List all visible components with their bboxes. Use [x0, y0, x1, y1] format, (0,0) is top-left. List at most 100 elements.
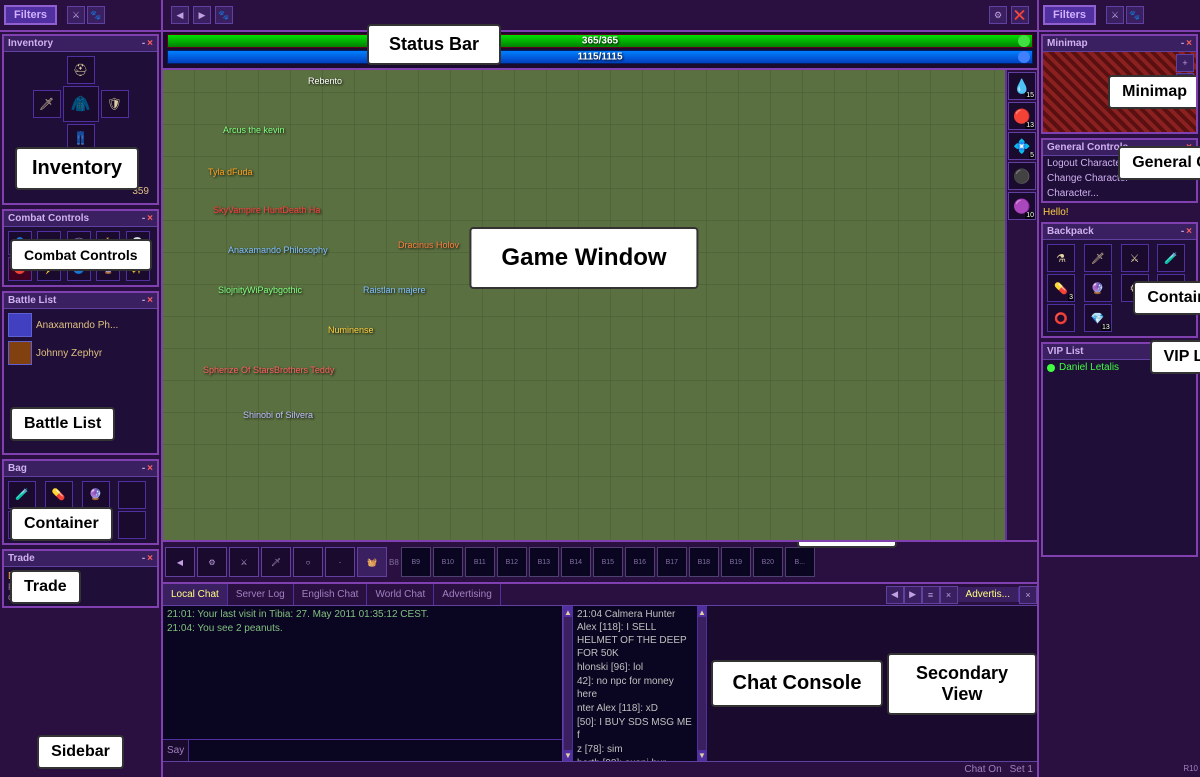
right-filter-icon-2[interactable]: 🐾 [1126, 6, 1144, 24]
action-slot-b16[interactable]: B16 [625, 547, 655, 577]
bag-slot-2[interactable]: 💊 [45, 481, 73, 509]
center-icon-5[interactable]: ❌ [1011, 6, 1029, 24]
combat-btn-5[interactable]: 💀 [126, 231, 150, 255]
inv-slot-body[interactable]: 🧥 [63, 86, 99, 122]
chat-tab-world[interactable]: World Chat [367, 584, 434, 605]
action-btn-bag[interactable]: 🧺 [357, 547, 387, 577]
chat-right-scroll-up[interactable]: ▲ [698, 607, 706, 617]
bag-slot-8[interactable] [118, 511, 146, 539]
chat-scroll-down[interactable]: ▼ [564, 750, 572, 760]
gc-item-logout[interactable]: Logout Character [1043, 156, 1196, 171]
minimap-close[interactable]: × [1186, 38, 1192, 49]
minimap-minimize[interactable]: - [1181, 38, 1184, 49]
battle-item-2[interactable]: Johnny Zephyr [6, 339, 155, 367]
chat-scroll-thumb[interactable] [564, 617, 572, 750]
action-btn-fwd[interactable]: ⚙ [197, 547, 227, 577]
inv-slot-legs[interactable]: 👖 [67, 124, 95, 152]
buff-slot-2[interactable]: 🔴 13 [1008, 102, 1036, 130]
bp-slot-5[interactable]: 💊 3 [1047, 274, 1075, 302]
chat-tab-next[interactable]: ▶ [904, 586, 922, 604]
bp-slot-10[interactable]: 💎 13 [1084, 304, 1112, 332]
gc-item-change[interactable]: Change Character [1043, 171, 1196, 186]
chat-right-scroll-down[interactable]: ▼ [698, 750, 706, 760]
bag-slot-3[interactable]: 🔮 [82, 481, 110, 509]
battle-item-1[interactable]: Anaxamando Ph... [6, 311, 155, 339]
bp-slot-6[interactable]: 🔮 [1084, 274, 1112, 302]
gc-item-char[interactable]: Character... [1043, 186, 1196, 201]
chat-tab-local[interactable]: Local Chat [163, 584, 228, 605]
gc-close[interactable]: × [1186, 142, 1192, 153]
combat-close[interactable]: × [147, 213, 153, 224]
inv-slot-head[interactable]: ⛑ [67, 56, 95, 84]
bag-slot-6[interactable] [45, 511, 73, 539]
chat-input[interactable] [189, 740, 562, 761]
buff-slot-1[interactable]: 💧 15 [1008, 72, 1036, 100]
inv-slot-right[interactable]: 🛡 [101, 90, 129, 118]
center-icon-3[interactable]: 🐾 [215, 6, 233, 24]
bp-slot-8[interactable]: 🛡 [1157, 274, 1185, 302]
buff-slot-3[interactable]: 💠 5 [1008, 132, 1036, 160]
center-icon-4[interactable]: ⚙ [989, 6, 1007, 24]
chat-left-scrollbar[interactable]: ▲ ▼ [563, 606, 573, 761]
inv-slot-feet[interactable]: 👟 [67, 154, 95, 182]
chat-tab-english[interactable]: English Chat [294, 584, 368, 605]
action-slot-b19[interactable]: B19 [721, 547, 751, 577]
action-btn-sword[interactable]: ⚔ [229, 547, 259, 577]
chat-tab-server[interactable]: Server Log [228, 584, 294, 605]
bag-slot-4[interactable] [118, 481, 146, 509]
bp-slot-1[interactable]: ⚗ [1047, 244, 1075, 272]
action-slot-b10[interactable]: B10 [433, 547, 463, 577]
chat-tab-advertising[interactable]: Advertising [434, 584, 500, 605]
filter-icon-2[interactable]: 🐾 [87, 6, 105, 24]
bp-slot-9[interactable]: ⭕ [1047, 304, 1075, 332]
action-slot-b12[interactable]: B12 [497, 547, 527, 577]
combat-btn-8[interactable]: 🔵 [67, 257, 91, 281]
backpack-minimize[interactable]: - [1181, 226, 1184, 237]
combat-btn-2[interactable]: ⚔ [37, 231, 61, 255]
buff-slot-5[interactable]: 🟣 10 [1008, 192, 1036, 220]
center-icon-2[interactable]: ▶ [193, 6, 211, 24]
chat-right-scrollbar[interactable]: ▲ ▼ [697, 606, 707, 761]
inv-slot-left[interactable]: 🗡 [33, 90, 61, 118]
bp-slot-3[interactable]: ⚔ [1121, 244, 1149, 272]
combat-btn-10[interactable]: ✨ [126, 257, 150, 281]
combat-btn-4[interactable]: 🏃 [96, 231, 120, 255]
left-filters-button[interactable]: Filters [4, 5, 57, 25]
buff-slot-4[interactable]: ⚫ [1008, 162, 1036, 190]
vip-minimize[interactable]: - [1181, 346, 1184, 357]
minimap-canvas[interactable]: + − Minimap [1043, 52, 1196, 132]
chat-scroll-up[interactable]: ▲ [564, 607, 572, 617]
chat-tab-menu[interactable]: ≡ [922, 586, 940, 604]
gc-minimize[interactable]: - [1181, 142, 1184, 153]
combat-btn-3[interactable]: 🛡 [67, 231, 91, 255]
bag-close[interactable]: × [147, 463, 153, 474]
bp-slot-2[interactable]: 🗡 [1084, 244, 1112, 272]
combat-btn-6[interactable]: 🔴 [8, 257, 32, 281]
action-slot-b11[interactable]: B11 [465, 547, 495, 577]
action-slot-b20[interactable]: B20 [753, 547, 783, 577]
bag-slot-7[interactable] [82, 511, 110, 539]
bp-slot-7[interactable]: ⚙ 4 [1121, 274, 1149, 302]
right-filters-button[interactable]: Filters [1043, 5, 1096, 25]
bp-slot-4[interactable]: 🧪 [1157, 244, 1185, 272]
combat-minimize[interactable]: - [142, 213, 145, 224]
bag-minimize[interactable]: - [142, 463, 145, 474]
chat-right-scroll-thumb[interactable] [698, 617, 706, 750]
action-slot-b15[interactable]: B15 [593, 547, 623, 577]
vip-close[interactable]: × [1186, 346, 1192, 357]
action-slot-b9[interactable]: B9 [401, 547, 431, 577]
backpack-close[interactable]: × [1186, 226, 1192, 237]
bag-slot-5[interactable] [8, 511, 36, 539]
action-slot-b17[interactable]: B17 [657, 547, 687, 577]
combat-btn-7[interactable]: ⚡ [37, 257, 61, 281]
right-filter-icon-1[interactable]: ⚔ [1106, 6, 1124, 24]
combat-btn-9[interactable]: 🔮 [96, 257, 120, 281]
trade-minimize[interactable]: - [142, 553, 145, 564]
game-window[interactable]: Rebento Arcus the kevin Tyla dFuda SkyVa… [163, 70, 1005, 540]
combat-btn-1[interactable]: 👤 [8, 231, 32, 255]
action-btn-circle[interactable]: ○ [293, 547, 323, 577]
minimap-zoom-in[interactable]: + [1176, 54, 1194, 72]
action-btn-staff[interactable]: 🗡 [261, 547, 291, 577]
action-slot-b13[interactable]: B13 [529, 547, 559, 577]
inventory-minimize[interactable]: - [142, 38, 145, 49]
